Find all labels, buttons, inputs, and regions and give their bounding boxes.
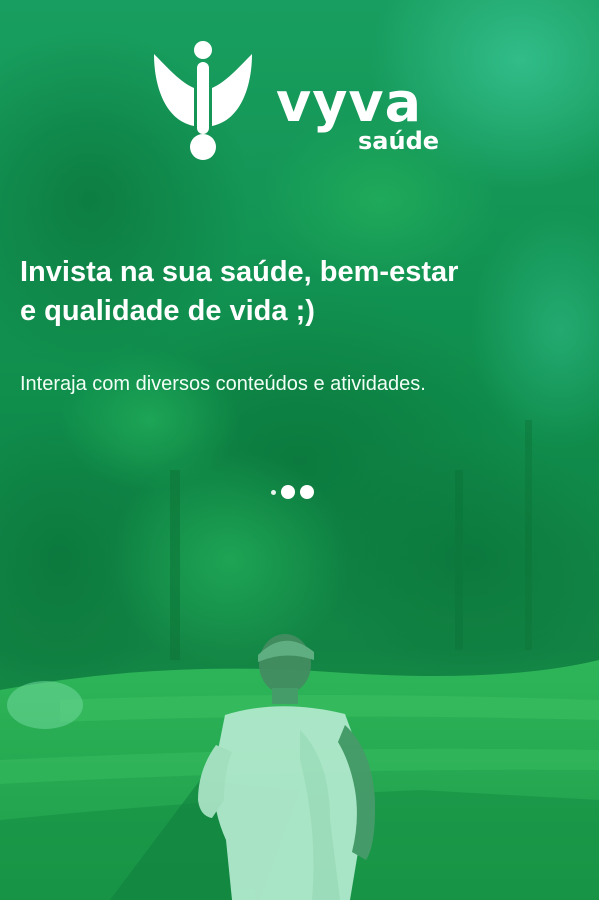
- headline-line-1: Invista na sua saúde, bem-estar: [20, 256, 459, 288]
- brand-logo: vyva saúde: [152, 40, 452, 165]
- brand-name: vyva: [276, 71, 423, 134]
- headline-line-2: e qualidade de vida ;): [20, 295, 315, 327]
- page-indicator: [271, 482, 319, 502]
- vyva-tulip-icon: [154, 41, 252, 160]
- page-dot-3[interactable]: [300, 485, 314, 499]
- onboarding-screen: vyva saúde Invista na sua saúde, bem-est…: [0, 0, 599, 900]
- onboarding-headline: Invista na sua saúde, bem-estar e qualid…: [20, 253, 585, 331]
- page-dot-1[interactable]: [271, 489, 276, 495]
- page-dot-2[interactable]: [281, 485, 295, 499]
- onboarding-subtitle: Interaja com diversos conteúdos e ativid…: [20, 373, 426, 395]
- brand-subtitle: saúde: [358, 127, 440, 155]
